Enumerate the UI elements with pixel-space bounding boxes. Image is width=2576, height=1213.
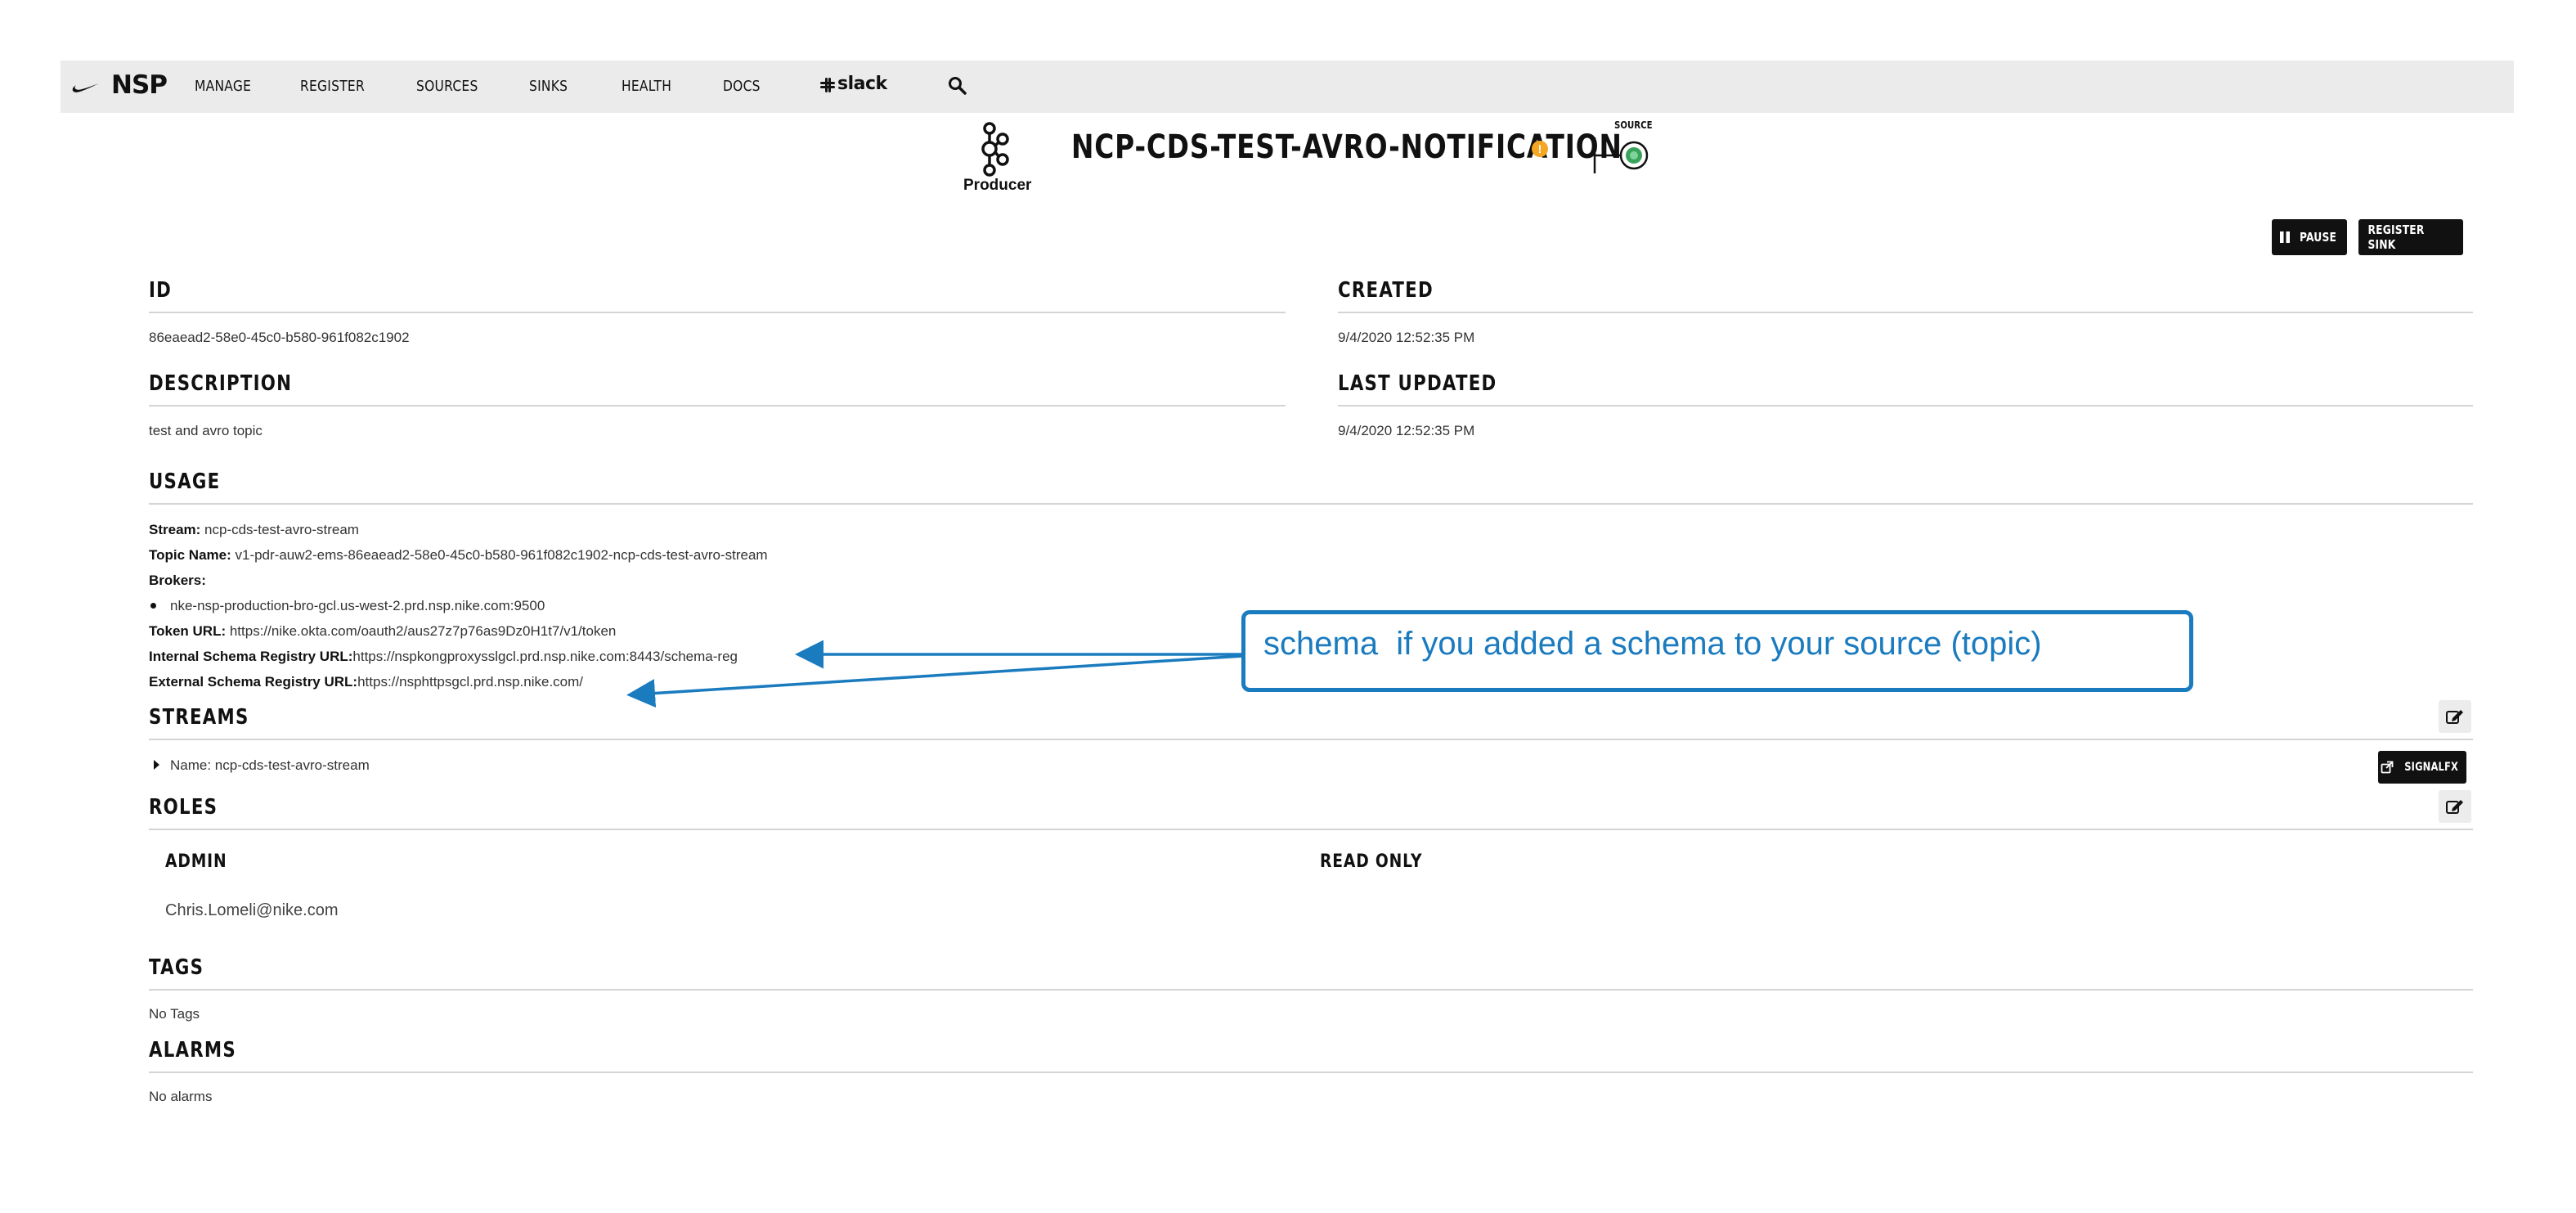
last-updated-value: 9/4/2020 12:52:35 PM — [1338, 423, 1475, 438]
usage-stream: Stream: ncp-cds-test-avro-stream — [149, 522, 359, 538]
nav-manage[interactable]: MANAGE — [195, 78, 251, 95]
annotation-text: schema if you added a schema to your sou… — [1263, 626, 2042, 662]
pause-icon — [2279, 231, 2290, 243]
stream-value: ncp-cds-test-avro-stream — [200, 522, 359, 537]
producer-label: Producer — [963, 177, 1032, 194]
stream-label: Stream: — [149, 522, 201, 537]
source-status-icon — [1593, 137, 1649, 173]
pause-label: PAUSE — [2299, 230, 2336, 245]
alarms-value: No alarms — [149, 1089, 213, 1104]
alarms-heading: ALARMS — [149, 1038, 236, 1062]
usage-topic: Topic Name: v1-pdr-auw2-ems-86eaead2-58e… — [149, 547, 768, 564]
warning-icon[interactable]: ! — [1532, 141, 1548, 157]
top-nav: NSP MANAGE REGISTER SOURCES SINKS HEALTH… — [61, 61, 2514, 113]
external-schema-label: External Schema Registry URL: — [149, 674, 358, 690]
annotation-callout: schema if you added a schema to your sou… — [1241, 610, 2193, 692]
register-sink-button[interactable]: REGISTER SINK — [2358, 219, 2463, 255]
edit-icon — [2446, 710, 2463, 724]
brokers-label: Brokers: — [149, 573, 206, 588]
roles-edit-button[interactable] — [2439, 790, 2471, 823]
internal-schema-value: https://nspkongproxysslgcl.prd.nsp.nike.… — [352, 649, 738, 664]
usage-brokers: Brokers: — [149, 573, 206, 589]
broker-bullet — [150, 603, 156, 609]
streams-divider — [149, 739, 2473, 740]
streams-edit-button[interactable] — [2439, 700, 2471, 733]
read-only-heading: READ ONLY — [1320, 851, 1423, 872]
signalfx-button[interactable]: SIGNALFX — [2378, 751, 2466, 784]
nav-sinks[interactable]: SINKS — [529, 78, 568, 95]
nike-swoosh-icon[interactable] — [72, 79, 100, 95]
signalfx-label: SIGNALFX — [2404, 761, 2458, 774]
usage-internal-schema: Internal Schema Registry URL:https://nsp… — [149, 649, 738, 665]
tags-heading: TAGS — [149, 955, 204, 980]
admin-user: Chris.Lomeli@nike.com — [165, 901, 339, 919]
created-heading: CREATED — [1338, 278, 1434, 303]
id-heading: ID — [149, 278, 173, 303]
brand-logo[interactable]: NSP — [111, 70, 168, 100]
streams-heading: STREAMS — [149, 705, 249, 730]
usage-external-schema: External Schema Registry URL:https://nsp… — [149, 674, 583, 690]
nav-docs[interactable]: DOCS — [723, 78, 761, 95]
topic-value: v1-pdr-auw2-ems-86eaead2-58e0-45c0-b580-… — [231, 547, 768, 563]
created-divider — [1338, 312, 2473, 313]
nav-sources[interactable]: SOURCES — [416, 78, 478, 95]
nav-slack[interactable]: slack — [837, 74, 887, 94]
search-icon[interactable] — [947, 75, 968, 97]
nav-health[interactable]: HEALTH — [622, 78, 671, 95]
created-value: 9/4/2020 12:52:35 PM — [1338, 330, 1475, 345]
external-link-icon — [2381, 761, 2394, 774]
stream-expand-icon[interactable] — [154, 760, 159, 770]
kafka-producer-icon — [981, 122, 1009, 177]
token-value: https://nike.okta.com/oauth2/aus27z7p76a… — [226, 623, 617, 639]
pause-button[interactable]: PAUSE — [2272, 219, 2347, 255]
broker-item: nke-nsp-production-bro-gcl.us-west-2.prd… — [170, 598, 545, 613]
arrow-to-external-schema — [626, 654, 1244, 708]
register-sink-label: REGISTER SINK — [2367, 222, 2425, 252]
description-heading: DESCRIPTION — [149, 371, 293, 396]
id-value: 86eaead2-58e0-45c0-b580-961f082c1902 — [149, 330, 410, 345]
topic-label: Topic Name: — [149, 547, 231, 563]
tags-value: No Tags — [149, 1006, 200, 1022]
slack-icon[interactable] — [819, 77, 836, 93]
internal-schema-label: Internal Schema Registry URL: — [149, 649, 353, 664]
alarms-divider — [149, 1071, 2473, 1073]
roles-divider — [149, 829, 2473, 830]
last-updated-divider — [1338, 405, 2473, 407]
nav-register[interactable]: REGISTER — [300, 78, 365, 95]
id-divider — [149, 312, 1286, 313]
usage-divider — [149, 503, 2473, 505]
usage-token: Token URL: https://nike.okta.com/oauth2/… — [149, 623, 616, 640]
description-divider — [149, 405, 1286, 407]
roles-heading: ROLES — [149, 795, 218, 820]
admin-heading: ADMIN — [165, 851, 227, 872]
description-value: test and avro topic — [149, 423, 263, 438]
stream-name[interactable]: Name: ncp-cds-test-avro-stream — [170, 757, 370, 774]
external-schema-value: https://nsphttpsgcl.prd.nsp.nike.com/ — [357, 674, 584, 690]
usage-heading: USAGE — [149, 469, 221, 494]
tags-divider — [149, 989, 2473, 991]
edit-icon — [2446, 800, 2463, 814]
source-label: SOURCE — [1614, 119, 1653, 131]
last-updated-heading: LAST UPDATED — [1338, 371, 1497, 396]
token-label: Token URL: — [149, 623, 227, 639]
